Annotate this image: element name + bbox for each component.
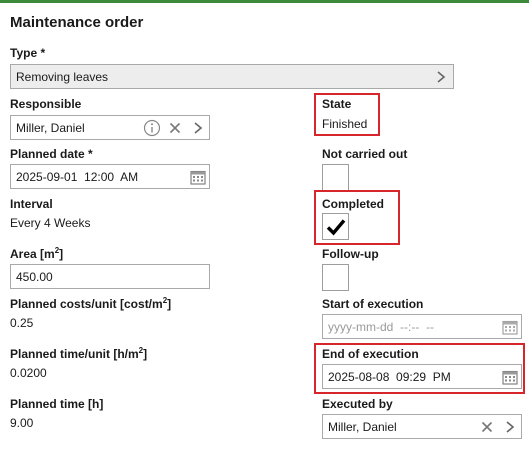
end-of-execution-field[interactable]: 2025-08-08 09:29 PM <box>322 364 522 389</box>
executed-by-label: Executed by <box>322 397 393 411</box>
planned-date-value: 2025-09-01 12:00 AM <box>16 169 139 184</box>
start-of-execution-field[interactable]: yyyy-mm-dd --:-- -- <box>322 314 522 339</box>
checkmark-icon <box>326 219 346 236</box>
responsible-value: Miller, Daniel <box>16 120 85 135</box>
completed-checkbox[interactable] <box>322 213 349 240</box>
interval-label: Interval <box>10 197 53 211</box>
planned-costs-unit-label: Planned costs/unit [cost/m2] <box>10 296 172 312</box>
completed-label: Completed <box>322 197 385 211</box>
planned-time-value: 9.00 <box>10 416 34 430</box>
planned-date-field[interactable]: 2025-09-01 12:00 AM <box>10 164 210 189</box>
not-carried-out-label: Not carried out <box>322 147 408 161</box>
state-value: Finished <box>322 117 368 131</box>
planned-time-label: Planned time [h] <box>10 397 104 411</box>
end-of-execution-label: End of execution <box>322 347 419 361</box>
type-field[interactable]: Removing leaves <box>10 64 454 89</box>
page-title: Maintenance order <box>10 14 144 31</box>
executed-by-field[interactable]: Miller, Daniel <box>322 414 522 439</box>
planned-date-label: Planned date * <box>10 147 93 161</box>
area-label: Area [m2] <box>10 246 64 262</box>
calendar-icon[interactable] <box>499 315 521 338</box>
end-of-execution-value: 2025-08-08 09:29 PM <box>328 369 451 384</box>
follow-up-label: Follow-up <box>322 247 379 261</box>
area-value: 450.00 <box>16 269 53 284</box>
type-label: Type * <box>10 46 46 60</box>
planned-time-unit-label: Planned time/unit [h/m2] <box>10 346 148 362</box>
executed-by-value: Miller, Daniel <box>328 419 397 434</box>
follow-up-checkbox[interactable] <box>322 264 349 291</box>
start-of-execution-placeholder: yyyy-mm-dd --:-- -- <box>328 319 434 334</box>
chevron-right-icon[interactable] <box>429 65 453 88</box>
responsible-label: Responsible <box>10 97 82 111</box>
planned-costs-unit-value: 0.25 <box>10 316 34 330</box>
close-icon[interactable] <box>163 116 187 139</box>
planned-time-unit-value: 0.0200 <box>10 366 47 380</box>
chevron-right-icon[interactable] <box>187 116 209 139</box>
area-input[interactable]: 450.00 <box>10 264 210 289</box>
state-label: State <box>322 97 352 111</box>
calendar-icon[interactable] <box>187 165 209 188</box>
chevron-right-icon[interactable] <box>499 415 521 438</box>
top-accent-bar <box>0 0 529 3</box>
calendar-icon[interactable] <box>499 365 521 388</box>
start-of-execution-label: Start of execution <box>322 297 424 311</box>
not-carried-out-checkbox[interactable] <box>322 164 349 191</box>
type-value: Removing leaves <box>16 69 109 84</box>
info-icon[interactable] <box>141 116 163 139</box>
close-icon[interactable] <box>475 415 499 438</box>
interval-value: Every 4 Weeks <box>10 216 91 230</box>
responsible-field[interactable]: Miller, Daniel <box>10 115 210 140</box>
